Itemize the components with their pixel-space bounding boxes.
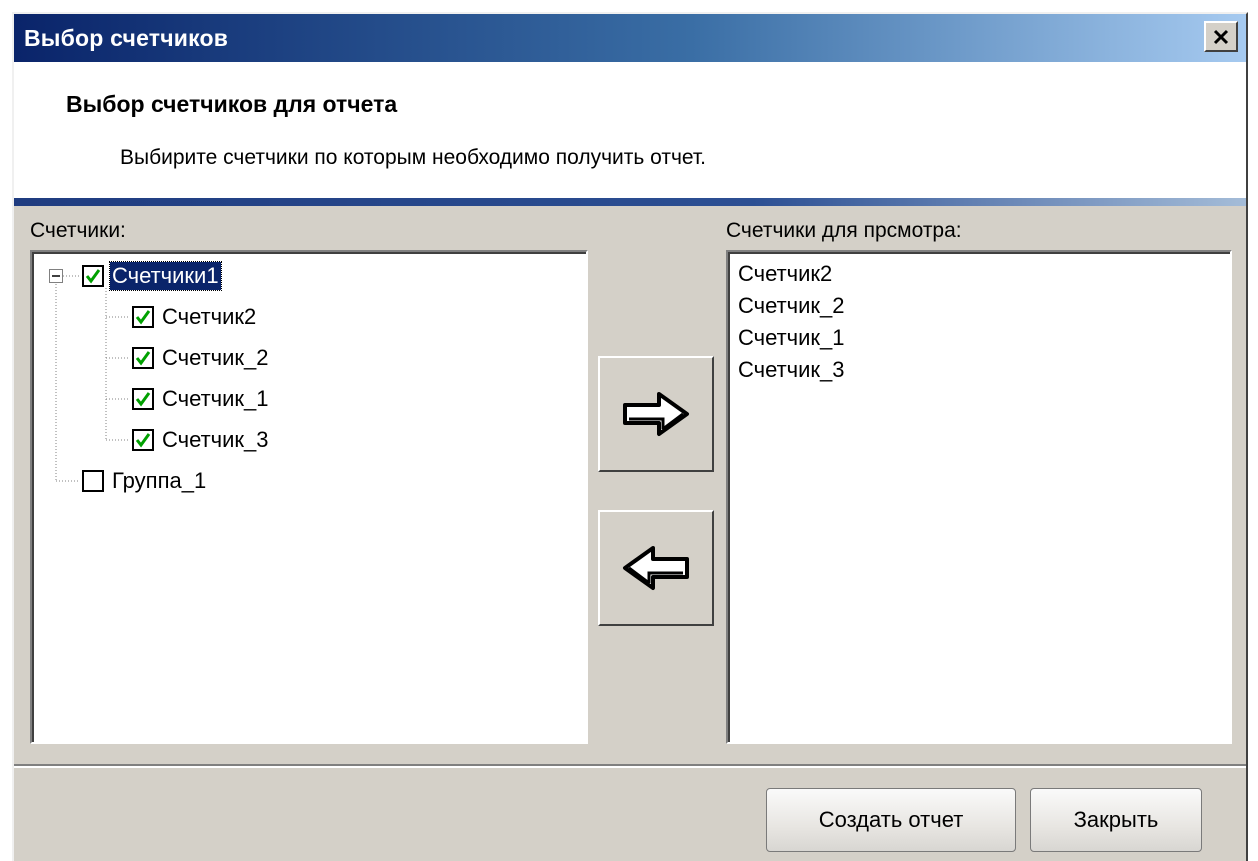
close-icon xyxy=(1213,29,1229,44)
tree-node-counter[interactable]: Счетчик_1 xyxy=(132,381,271,417)
node-checkbox[interactable] xyxy=(132,388,154,410)
checkmark-icon xyxy=(135,310,151,325)
tree-node-label: Группа_1 xyxy=(112,468,207,493)
tree-node-group[interactable]: Счетчики1 xyxy=(82,258,222,294)
header-title: Выбор счетчиков для отчета xyxy=(66,91,398,117)
tree-node-counter[interactable]: Счетчик_3 xyxy=(132,422,271,458)
add-counter-button[interactable] xyxy=(598,356,714,472)
right-arrow-icon xyxy=(623,392,689,436)
tree-node-label: Счетчик_2 xyxy=(162,345,269,370)
remove-counter-button[interactable] xyxy=(598,510,714,626)
list-item[interactable]: Счетчик_2 xyxy=(738,290,845,322)
node-checkbox[interactable] xyxy=(82,265,104,287)
tree-node-label: Счетчик_3 xyxy=(162,427,269,452)
tree-node-label: Счетчик_1 xyxy=(162,386,269,411)
tree-lines xyxy=(55,275,130,482)
create-report-button[interactable]: Создать отчет xyxy=(766,788,1016,852)
list-item[interactable]: Счетчик_1 xyxy=(738,322,845,354)
minus-icon xyxy=(52,275,60,277)
counters-tree[interactable]: Счетчики1 Счетчик2 Счетчик_2 Счетчик_1 С… xyxy=(30,250,588,744)
footer-divider xyxy=(14,764,1246,768)
left-arrow-icon xyxy=(623,546,689,590)
tree-node-group[interactable]: Группа_1 xyxy=(82,463,208,499)
node-checkbox[interactable] xyxy=(132,429,154,451)
checkmark-icon xyxy=(135,351,151,366)
dialog-window: Выбор счетчиков Выбор счетчиков для отче… xyxy=(12,12,1248,861)
checkmark-icon xyxy=(85,269,101,284)
close-button[interactable]: Закрыть xyxy=(1030,788,1202,852)
tree-node-counter[interactable]: Счетчик_2 xyxy=(132,340,271,376)
tree-node-label: Счетчики1 xyxy=(109,261,222,291)
checkmark-icon xyxy=(135,392,151,407)
node-checkbox[interactable] xyxy=(132,306,154,328)
window-title: Выбор счетчиков xyxy=(24,25,229,51)
checkmark-icon xyxy=(135,433,151,448)
header-panel: Выбор счетчиков для отчета Выбирите счет… xyxy=(14,62,1246,198)
tree-node-counter[interactable]: Счетчик2 xyxy=(132,299,258,335)
tree-node-label: Счетчик2 xyxy=(162,304,257,329)
node-checkbox[interactable] xyxy=(82,470,104,492)
list-item[interactable]: Счетчик2 xyxy=(738,258,832,290)
header-divider xyxy=(14,198,1246,206)
collapse-toggle[interactable] xyxy=(49,269,63,283)
preview-counters-list[interactable]: Счетчик2 Счетчик_2 Счетчик_1 Счетчик_3 xyxy=(726,250,1232,744)
preview-counters-label: Счетчики для прсмотра: xyxy=(726,219,962,242)
title-bar[interactable]: Выбор счетчиков xyxy=(14,14,1246,62)
list-item[interactable]: Счетчик_3 xyxy=(738,354,845,386)
header-description: Выбирите счетчики по которым необходимо … xyxy=(120,146,707,169)
node-checkbox[interactable] xyxy=(132,347,154,369)
close-window-button[interactable] xyxy=(1204,21,1238,52)
counters-label: Счетчики: xyxy=(30,219,126,242)
